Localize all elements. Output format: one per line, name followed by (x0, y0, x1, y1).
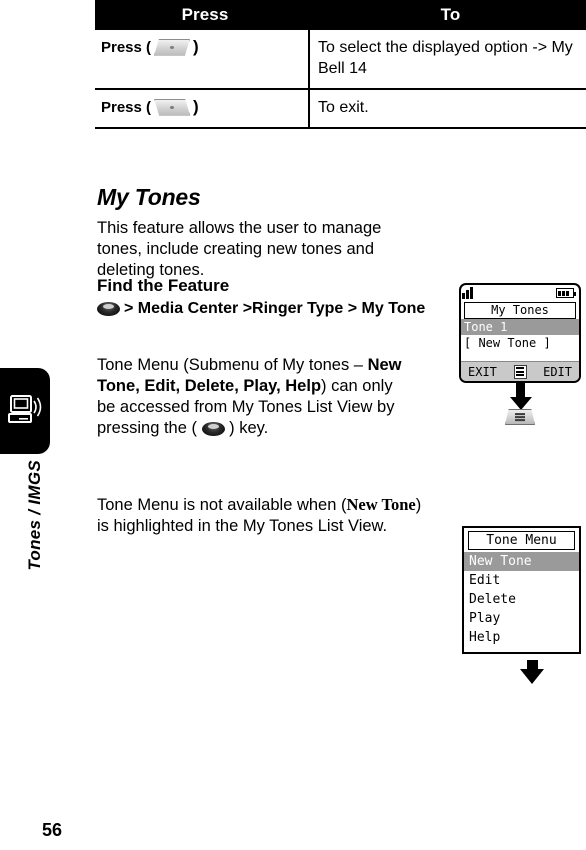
section-tab (0, 368, 50, 454)
cell-to: To select the displayed option -> My Bel… (318, 39, 573, 77)
note2-part1: Tone Menu is not available when ( (97, 496, 347, 514)
cell-press: Press ( ) (95, 89, 310, 128)
menu-icon[interactable] (513, 364, 527, 379)
left-soft-key-icon (154, 98, 191, 116)
phone-status-bar (461, 285, 579, 302)
menu-item[interactable]: New Tone (464, 552, 579, 571)
find-path-text: > Media Center >Ringer Type > My Tone (124, 300, 426, 317)
menu-item[interactable]: Delete (464, 590, 579, 609)
phone-screen-title: My Tones (464, 302, 576, 319)
menu-key-cap-icon (505, 409, 535, 425)
tone-menu-title: Tone Menu (468, 531, 575, 550)
press-label: Press ( (101, 98, 152, 116)
menu-key-icon (97, 302, 120, 316)
press-label: Press ( (101, 38, 152, 56)
phone-display-my-tones: My Tones Tone 1 [ New Tone ] EXIT EDIT (459, 283, 581, 383)
soft-key-left-exit[interactable]: EXIT (461, 365, 504, 379)
phone-display-tone-menu: Tone Menu New Tone Edit Delete Play Help (462, 526, 581, 654)
menu-key-icon (201, 421, 225, 436)
table-row: Press ( ) To select the displayed option… (95, 30, 586, 89)
table-row: Press ( ) To exit. (95, 89, 586, 128)
cell-to: To exit. (318, 99, 369, 116)
note2-serif-bold: New Tone (346, 495, 416, 514)
press-close-paren: ) (193, 37, 199, 56)
signal-bars-icon (461, 287, 473, 299)
note-tone-menu-access: Tone Menu (Submenu of My tones – New Ton… (97, 355, 407, 439)
cell-press: Press ( ) (95, 30, 310, 89)
computer-monitor-icon (8, 395, 42, 423)
list-item[interactable]: Tone 1 (461, 319, 579, 335)
list-item[interactable]: [ New Tone ] (461, 335, 579, 351)
find-the-feature-path: > Media Center >Ringer Type > My Tone (97, 300, 425, 318)
menu-item[interactable]: Play (464, 609, 579, 628)
section-tab-label: Tones / IMGS (25, 460, 44, 571)
phone-soft-key-bar: EXIT EDIT (461, 361, 579, 381)
column-header-press: Press (181, 5, 229, 24)
intro-paragraph: This feature allows the user to manage t… (97, 219, 382, 279)
find-the-feature-heading: Find the Feature (97, 276, 230, 295)
table-header-row: Press To (95, 0, 586, 30)
column-header-to: To (440, 5, 461, 24)
page-number: 56 (42, 820, 63, 840)
soft-key-right-edit[interactable]: EDIT (536, 365, 579, 379)
note1-part3: ) key. (224, 419, 269, 437)
page-title: My Tones (97, 184, 201, 210)
battery-full-icon (556, 288, 576, 298)
menu-item[interactable]: Help (464, 628, 579, 647)
callout-arrow-head (520, 669, 544, 684)
note-tone-menu-unavailable: Tone Menu is not available when (New Ton… (97, 494, 433, 537)
press-close-paren: ) (193, 97, 199, 116)
menu-item[interactable]: Edit (464, 571, 579, 590)
right-soft-key-icon (154, 38, 191, 56)
key-press-table: Press To Press ( ) To select the display… (95, 0, 586, 129)
note1-part1: Tone Menu (Submenu of My tones – (97, 356, 368, 374)
